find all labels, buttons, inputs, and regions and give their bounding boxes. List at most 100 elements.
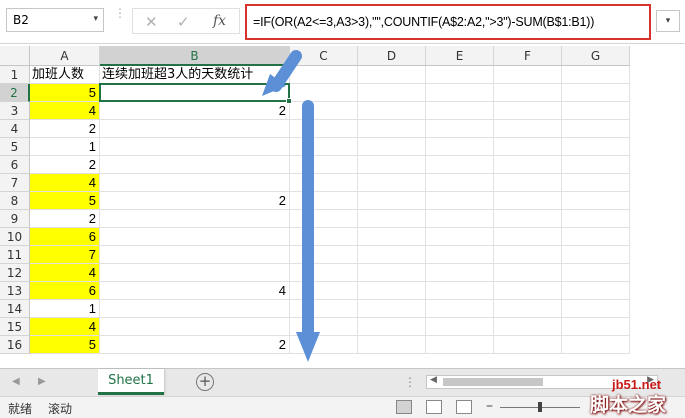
cell-f3[interactable] bbox=[494, 102, 562, 120]
scroll-thumb[interactable] bbox=[443, 378, 543, 386]
cell-a5[interactable]: 1 bbox=[30, 138, 100, 156]
next-sheet-icon[interactable]: ▶ bbox=[38, 376, 46, 387]
cell-g9[interactable] bbox=[562, 210, 630, 228]
cell-f9[interactable] bbox=[494, 210, 562, 228]
cell-e12[interactable] bbox=[426, 264, 494, 282]
cell-g7[interactable] bbox=[562, 174, 630, 192]
cell-c3[interactable] bbox=[290, 102, 358, 120]
row-header-6[interactable]: 6 bbox=[0, 156, 30, 174]
zoom-out-icon[interactable]: – bbox=[486, 398, 493, 414]
cell-c9[interactable] bbox=[290, 210, 358, 228]
cell-d1[interactable] bbox=[358, 66, 426, 84]
cell-b9[interactable] bbox=[100, 210, 290, 228]
cell-a11[interactable]: 7 bbox=[30, 246, 100, 264]
cell-g12[interactable] bbox=[562, 264, 630, 282]
name-box[interactable]: B2 ▾ bbox=[6, 8, 104, 32]
cell-c7[interactable] bbox=[290, 174, 358, 192]
cell-a15[interactable]: 4 bbox=[30, 318, 100, 336]
cell-b6[interactable] bbox=[100, 156, 290, 174]
cell-e7[interactable] bbox=[426, 174, 494, 192]
cell-a13[interactable]: 6 bbox=[30, 282, 100, 300]
column-header-a[interactable]: A bbox=[30, 46, 100, 66]
cell-d14[interactable] bbox=[358, 300, 426, 318]
cell-d7[interactable] bbox=[358, 174, 426, 192]
cell-e2[interactable] bbox=[426, 84, 494, 102]
cell-c13[interactable] bbox=[290, 282, 358, 300]
cell-g14[interactable] bbox=[562, 300, 630, 318]
cell-c8[interactable] bbox=[290, 192, 358, 210]
cell-c10[interactable] bbox=[290, 228, 358, 246]
row-header-14[interactable]: 14 bbox=[0, 300, 30, 318]
cell-f16[interactable] bbox=[494, 336, 562, 354]
add-sheet-icon[interactable]: + bbox=[196, 373, 214, 391]
cell-a6[interactable]: 2 bbox=[30, 156, 100, 174]
cell-f10[interactable] bbox=[494, 228, 562, 246]
row-header-15[interactable]: 15 bbox=[0, 318, 30, 336]
cell-g1[interactable] bbox=[562, 66, 630, 84]
cell-f1[interactable] bbox=[494, 66, 562, 84]
cell-a14[interactable]: 1 bbox=[30, 300, 100, 318]
cell-g4[interactable] bbox=[562, 120, 630, 138]
page-layout-view-icon[interactable] bbox=[426, 400, 442, 414]
row-header-10[interactable]: 10 bbox=[0, 228, 30, 246]
cell-d12[interactable] bbox=[358, 264, 426, 282]
cell-c2[interactable] bbox=[290, 84, 358, 102]
cell-a1[interactable]: 加班人数 bbox=[30, 66, 100, 84]
cell-e14[interactable] bbox=[426, 300, 494, 318]
cell-c4[interactable] bbox=[290, 120, 358, 138]
checkmark-icon[interactable]: ✓ bbox=[177, 13, 190, 31]
cell-e6[interactable] bbox=[426, 156, 494, 174]
cell-d3[interactable] bbox=[358, 102, 426, 120]
cell-b13[interactable]: 4 bbox=[100, 282, 290, 300]
cell-e3[interactable] bbox=[426, 102, 494, 120]
cell-d15[interactable] bbox=[358, 318, 426, 336]
cell-c6[interactable] bbox=[290, 156, 358, 174]
fill-handle[interactable] bbox=[286, 98, 292, 104]
cell-a9[interactable]: 2 bbox=[30, 210, 100, 228]
cell-b14[interactable] bbox=[100, 300, 290, 318]
cell-f13[interactable] bbox=[494, 282, 562, 300]
cell-g3[interactable] bbox=[562, 102, 630, 120]
cell-b7[interactable] bbox=[100, 174, 290, 192]
cell-e5[interactable] bbox=[426, 138, 494, 156]
cell-g5[interactable] bbox=[562, 138, 630, 156]
cell-e13[interactable] bbox=[426, 282, 494, 300]
row-header-2[interactable]: 2 bbox=[0, 84, 30, 102]
cell-f4[interactable] bbox=[494, 120, 562, 138]
cell-e10[interactable] bbox=[426, 228, 494, 246]
cell-d2[interactable] bbox=[358, 84, 426, 102]
cell-g11[interactable] bbox=[562, 246, 630, 264]
formula-input[interactable]: =IF(OR(A2<=3,A3>3),"",COUNTIF(A$2:A2,">3… bbox=[245, 4, 651, 40]
cell-c12[interactable] bbox=[290, 264, 358, 282]
cell-f14[interactable] bbox=[494, 300, 562, 318]
cell-e15[interactable] bbox=[426, 318, 494, 336]
row-header-8[interactable]: 8 bbox=[0, 192, 30, 210]
cell-e11[interactable] bbox=[426, 246, 494, 264]
column-header-d[interactable]: D bbox=[358, 46, 426, 66]
cell-g6[interactable] bbox=[562, 156, 630, 174]
cell-e4[interactable] bbox=[426, 120, 494, 138]
cell-a16[interactable]: 5 bbox=[30, 336, 100, 354]
column-header-c[interactable]: C bbox=[290, 46, 358, 66]
normal-view-icon[interactable] bbox=[396, 400, 412, 414]
cell-f2[interactable] bbox=[494, 84, 562, 102]
row-header-1[interactable]: 1 bbox=[0, 66, 30, 84]
chevron-down-icon[interactable]: ▾ bbox=[93, 14, 98, 24]
cell-d6[interactable] bbox=[358, 156, 426, 174]
cell-a8[interactable]: 5 bbox=[30, 192, 100, 210]
column-header-e[interactable]: E bbox=[426, 46, 494, 66]
row-header-12[interactable]: 12 bbox=[0, 264, 30, 282]
cell-d10[interactable] bbox=[358, 228, 426, 246]
column-header-f[interactable]: F bbox=[494, 46, 562, 66]
cell-d4[interactable] bbox=[358, 120, 426, 138]
cell-b5[interactable] bbox=[100, 138, 290, 156]
cell-g2[interactable] bbox=[562, 84, 630, 102]
cell-b4[interactable] bbox=[100, 120, 290, 138]
cell-e16[interactable] bbox=[426, 336, 494, 354]
cell-a12[interactable]: 4 bbox=[30, 264, 100, 282]
cell-d13[interactable] bbox=[358, 282, 426, 300]
cell-e9[interactable] bbox=[426, 210, 494, 228]
cell-f5[interactable] bbox=[494, 138, 562, 156]
cell-g15[interactable] bbox=[562, 318, 630, 336]
cell-f6[interactable] bbox=[494, 156, 562, 174]
